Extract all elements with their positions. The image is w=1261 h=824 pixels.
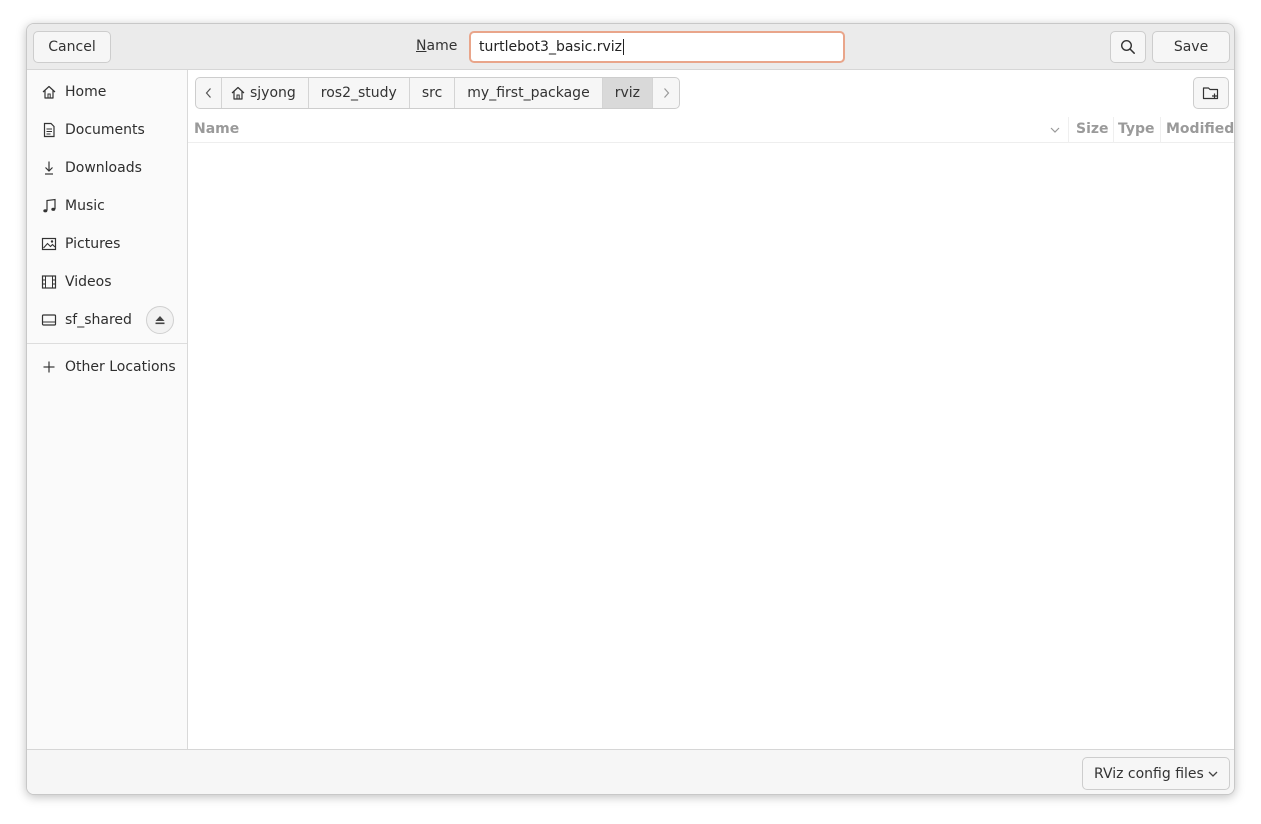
path-crumb[interactable]: my_first_package (455, 78, 603, 108)
new-folder-icon (1202, 87, 1219, 100)
home-icon (231, 86, 245, 100)
search-icon (1120, 39, 1135, 54)
name-label: Name (416, 38, 457, 54)
document-icon (40, 121, 58, 139)
column-separator (1160, 117, 1161, 143)
column-header: Name Size Type Modified (188, 117, 1234, 143)
picture-icon (40, 235, 58, 253)
path-crumb-label: ros2_study (320, 85, 397, 101)
name-label-mnemonic: N (416, 38, 427, 54)
cancel-button[interactable]: Cancel (33, 31, 111, 63)
chevron-left-icon (205, 88, 211, 98)
sidebar-separator (27, 343, 187, 344)
sidebar-item-videos[interactable]: Videos (27, 264, 187, 300)
path-crumb-label: src (421, 85, 443, 101)
sidebar-item-music[interactable]: Music (27, 188, 187, 224)
eject-icon (155, 316, 165, 325)
file-browser: sjyong ros2_study src my_first_package r… (188, 70, 1234, 749)
path-crumb[interactable]: ros2_study (309, 78, 410, 108)
download-icon (40, 159, 58, 177)
path-crumb-label: sjyong (250, 85, 296, 101)
path-crumb-label: my_first_package (467, 85, 590, 101)
column-modified[interactable]: Modified (1166, 121, 1234, 137)
text-caret (623, 39, 625, 55)
chevron-down-icon (1208, 771, 1218, 777)
sidebar-item-label: Home (65, 84, 107, 100)
sidebar-item-label: Pictures (65, 236, 121, 252)
sort-chevron-down-icon[interactable] (1049, 124, 1061, 136)
column-name[interactable]: Name (194, 121, 239, 137)
search-button[interactable] (1110, 31, 1146, 63)
path-crumb-label: rviz (614, 85, 640, 101)
footer-bar: RViz config files (27, 749, 1234, 794)
sidebar-item-documents[interactable]: Documents (27, 112, 187, 148)
filename-value: turtlebot3_basic.rviz (479, 39, 623, 55)
drive-icon (40, 311, 58, 329)
column-separator (1068, 117, 1069, 143)
sidebar-item-label: Documents (65, 122, 145, 138)
save-button[interactable]: Save (1152, 31, 1230, 63)
video-icon (40, 273, 58, 291)
sidebar-item-label: sf_shared (65, 312, 132, 328)
sidebar-item-downloads[interactable]: Downloads (27, 150, 187, 186)
save-file-dialog: Cancel Name turtlebot3_basic.rviz Save H… (26, 23, 1235, 795)
new-folder-button[interactable] (1193, 77, 1229, 109)
sidebar-item-label: Other Locations (65, 359, 176, 375)
sidebar-item-pictures[interactable]: Pictures (27, 226, 187, 262)
sidebar-item-label: Music (65, 198, 105, 214)
music-icon (40, 197, 58, 215)
name-label-text: ame (426, 38, 458, 54)
column-type[interactable]: Type (1118, 121, 1155, 137)
file-list (188, 143, 1234, 749)
header-bar: Cancel Name turtlebot3_basic.rviz Save (27, 24, 1234, 70)
sidebar-item-label: Downloads (65, 160, 142, 176)
path-crumb-home[interactable]: sjyong (222, 78, 309, 108)
chevron-right-icon (664, 88, 670, 98)
filename-input[interactable]: turtlebot3_basic.rviz (469, 31, 845, 63)
path-back-button[interactable] (196, 78, 222, 108)
path-forward-button[interactable] (653, 78, 679, 108)
file-filter-dropdown[interactable]: RViz config files (1082, 757, 1230, 790)
sidebar-item-other-locations[interactable]: Other Locations (27, 349, 187, 385)
plus-icon (40, 358, 58, 376)
file-filter-value: RViz config files (1094, 765, 1204, 782)
column-separator (1113, 117, 1114, 143)
sidebar: Home Documents Downloads Music Pictures (27, 70, 188, 749)
home-icon (40, 83, 58, 101)
path-crumb[interactable]: src (410, 78, 456, 108)
eject-button[interactable] (146, 306, 174, 334)
sidebar-item-label: Videos (65, 274, 112, 290)
path-bar: sjyong ros2_study src my_first_package r… (195, 77, 680, 109)
sidebar-item-home[interactable]: Home (27, 74, 187, 110)
column-size[interactable]: Size (1076, 121, 1109, 137)
path-crumb-active[interactable]: rviz (602, 78, 653, 108)
